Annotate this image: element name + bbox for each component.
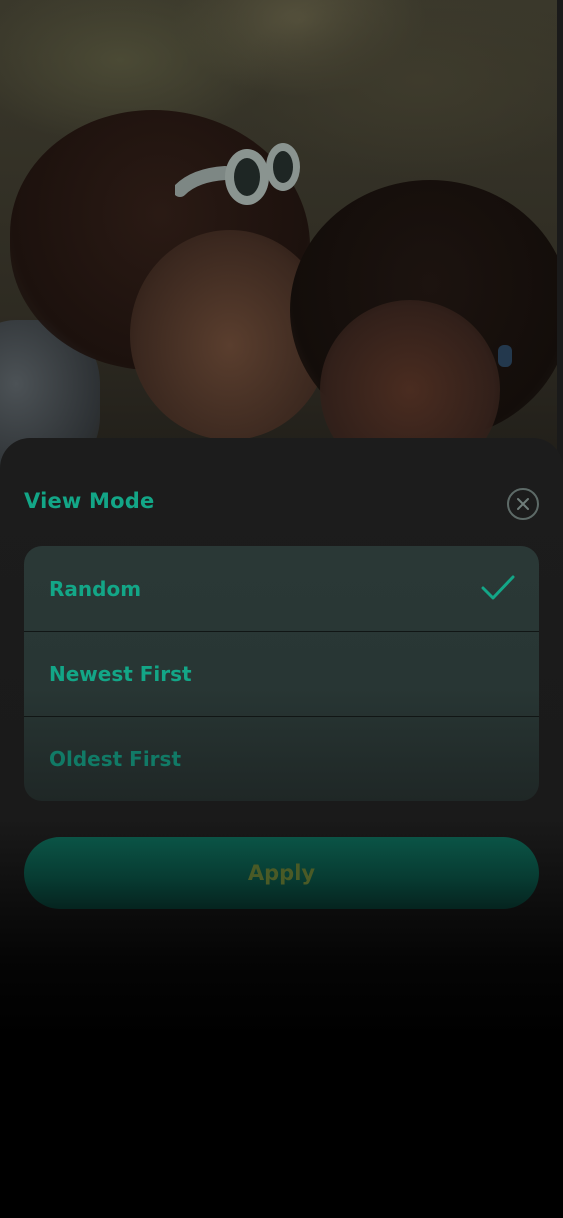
checkmark-icon xyxy=(481,575,515,600)
option-oldest-first[interactable]: Oldest First xyxy=(24,716,539,801)
view-mode-sheet: View Mode Random Newest First Oldest Fir… xyxy=(0,438,563,1218)
option-newest-first[interactable]: Newest First xyxy=(24,631,539,716)
close-icon xyxy=(517,498,529,510)
apply-label: Apply xyxy=(247,861,316,885)
close-button[interactable] xyxy=(507,488,539,520)
photo-edge xyxy=(557,0,563,520)
screen: View Mode Random Newest First Oldest Fir… xyxy=(0,0,563,1218)
option-label: Oldest First xyxy=(49,747,182,771)
option-label: Newest First xyxy=(49,662,192,686)
view-mode-options: Random Newest First Oldest First xyxy=(24,546,539,801)
sheet-title: View Mode xyxy=(24,489,155,513)
photo-bead xyxy=(498,345,512,367)
sheet-header: View Mode xyxy=(24,484,539,524)
sunglasses-shape xyxy=(175,143,300,205)
option-label: Random xyxy=(49,576,142,601)
option-random[interactable]: Random xyxy=(24,546,539,631)
apply-button[interactable]: Apply xyxy=(24,837,539,909)
